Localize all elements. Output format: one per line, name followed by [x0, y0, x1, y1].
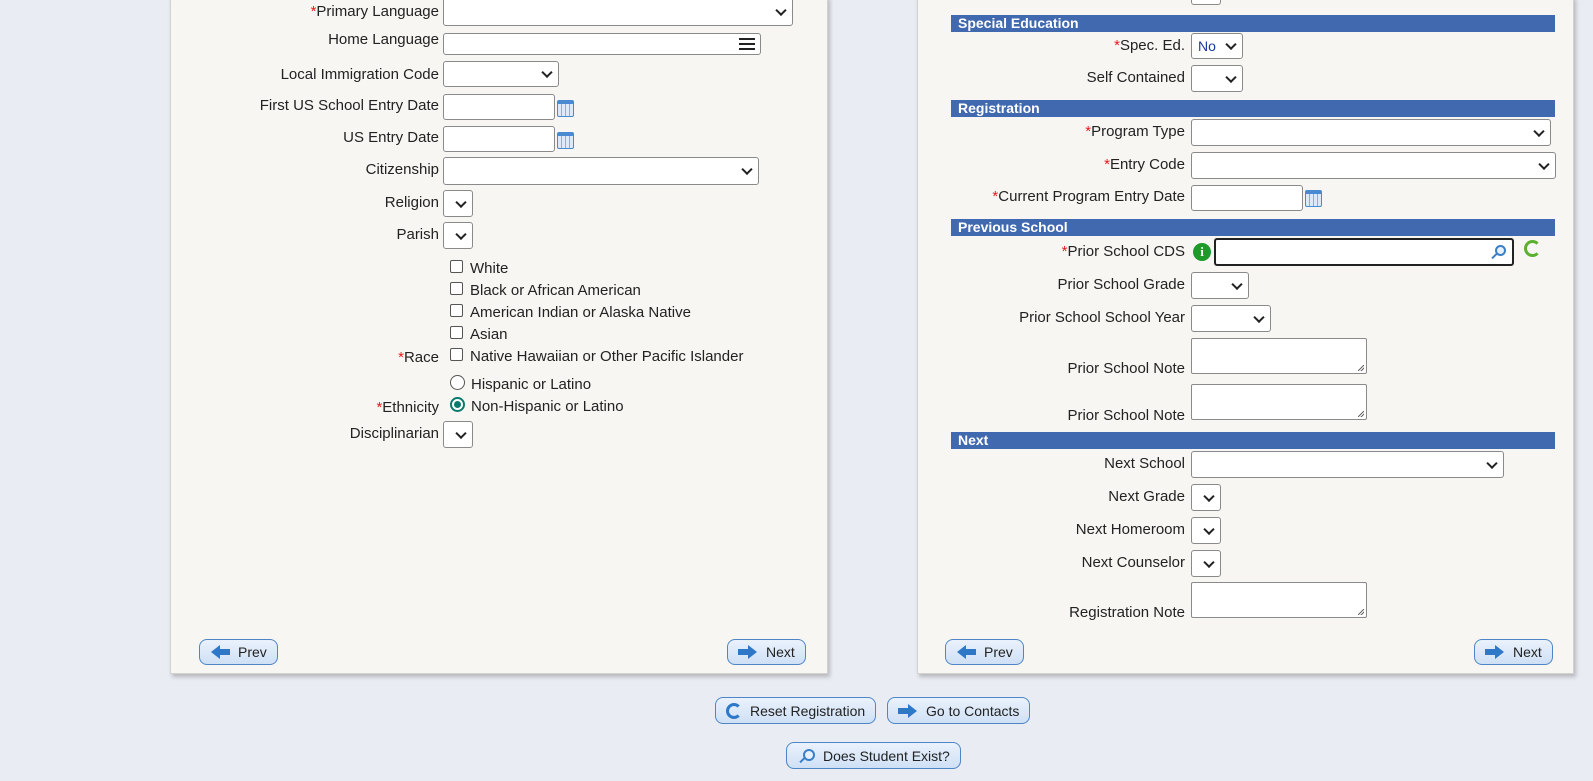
next-grade-select[interactable] [1191, 484, 1221, 511]
local-immigration-code-label: Local Immigration Code [280, 66, 439, 83]
ethnicity-option-label: Non-Hispanic or Latino [471, 398, 624, 415]
first-us-school-entry-date-input[interactable] [443, 94, 555, 120]
next-counselor-label: Next Counselor [1081, 554, 1185, 571]
local-immigration-code-select[interactable] [443, 61, 559, 87]
next-school-label: Next School [1104, 455, 1185, 472]
citizenship-select[interactable] [443, 157, 759, 185]
race-label: *Race [398, 349, 439, 366]
disciplinarian-label: Disciplinarian [349, 425, 439, 442]
prior-school-school-year-label: Prior School School Year [1019, 309, 1185, 326]
list-menu-icon[interactable] [739, 38, 755, 51]
us-entry-date-label: US Entry Date [343, 129, 439, 146]
race-native-hawaiian-checkbox[interactable] [450, 348, 463, 361]
prior-school-school-year-select[interactable] [1191, 305, 1271, 332]
us-entry-date-input[interactable] [443, 126, 555, 152]
does-student-exist-label: Does Student Exist? [823, 747, 950, 764]
partial-select[interactable] [1191, 0, 1221, 5]
first-us-school-entry-date-label: First US School Entry Date [259, 97, 439, 114]
go-to-contacts-label: Go to Contacts [926, 702, 1020, 719]
arrow-right-icon [898, 703, 918, 718]
next-button-label: Next [766, 644, 795, 660]
spec-ed-label: *Spec. Ed. [1114, 37, 1185, 54]
current-program-entry-date-label: *Current Program Entry Date [992, 188, 1185, 205]
home-language-input[interactable] [443, 33, 761, 55]
prior-school-cds-label: *Prior School CDS [1061, 243, 1185, 260]
prev-button-label: Prev [984, 644, 1013, 660]
program-type-label: *Program Type [1085, 123, 1185, 140]
race-black-checkbox[interactable] [450, 282, 463, 295]
parish-select[interactable] [443, 222, 473, 249]
citizenship-label: Citizenship [365, 161, 439, 178]
calendar-icon[interactable] [1305, 190, 1322, 207]
disciplinarian-select[interactable] [443, 421, 473, 448]
calendar-icon[interactable] [557, 132, 574, 149]
arrow-left-icon [956, 645, 976, 659]
primary-language-select[interactable] [443, 0, 793, 26]
race-option-label: Asian [470, 326, 508, 343]
ethnicity-label: *Ethnicity [376, 399, 439, 416]
info-icon[interactable]: i [1193, 243, 1211, 261]
demographics-panel: *Primary Language Home Language Local Im… [170, 0, 828, 674]
next-homeroom-select[interactable] [1191, 517, 1221, 544]
entry-code-label: *Entry Code [1104, 156, 1185, 173]
race-american-indian-checkbox[interactable] [450, 304, 463, 317]
does-student-exist-button[interactable]: Does Student Exist? [786, 742, 961, 769]
go-to-contacts-button[interactable]: Go to Contacts [887, 697, 1031, 724]
prior-school-grade-label: Prior School Grade [1057, 276, 1185, 293]
reset-registration-button[interactable]: Reset Registration [715, 697, 877, 724]
parish-label: Parish [396, 226, 439, 243]
next-button[interactable]: Next [1474, 639, 1553, 665]
prev-button[interactable]: Prev [199, 639, 278, 665]
calendar-icon[interactable] [557, 100, 574, 117]
ethnicity-hispanic-radio[interactable] [450, 375, 465, 390]
search-icon [797, 748, 815, 764]
next-button-label: Next [1513, 644, 1542, 660]
prev-button[interactable]: Prev [945, 639, 1024, 665]
arrow-right-icon [1485, 645, 1505, 659]
religion-select[interactable] [443, 190, 473, 217]
program-type-select[interactable] [1191, 119, 1551, 146]
next-grade-label: Next Grade [1108, 488, 1185, 505]
ethnicity-non-hispanic-radio[interactable] [450, 397, 465, 412]
search-icon[interactable] [1495, 245, 1506, 256]
prior-school-note-label: Prior School Note [1067, 407, 1185, 424]
next-counselor-select[interactable] [1191, 550, 1221, 577]
primary-language-label: *Primary Language [310, 3, 439, 20]
next-school-select[interactable] [1191, 451, 1504, 478]
prior-school-cds-input[interactable] [1214, 238, 1514, 266]
prior-school-note-label: Prior School Note [1067, 360, 1185, 377]
arrow-left-icon [210, 645, 230, 659]
self-contained-select[interactable] [1191, 65, 1243, 92]
prior-school-note-textarea[interactable] [1191, 338, 1367, 374]
race-white-checkbox[interactable] [450, 260, 463, 273]
prior-school-grade-select[interactable] [1191, 272, 1249, 299]
race-option-label: White [470, 260, 509, 277]
next-homeroom-label: Next Homeroom [1075, 521, 1185, 538]
religion-label: Religion [384, 194, 439, 211]
race-asian-checkbox[interactable] [450, 326, 463, 339]
arrow-right-icon [738, 645, 758, 659]
special-education-header: Special Education [951, 15, 1555, 32]
entry-code-select[interactable] [1191, 152, 1556, 179]
ethnicity-option-label: Hispanic or Latino [471, 376, 592, 393]
registration-note-label: Registration Note [1069, 604, 1185, 621]
prev-button-label: Prev [238, 644, 267, 660]
spec-ed-select[interactable]: No [1191, 33, 1243, 59]
race-option-label: Native Hawaiian or Other Pacific Islande… [470, 348, 744, 365]
refresh-icon [726, 702, 742, 719]
enrollment-panel: Special Education *Spec. Ed. No Self Con… [917, 0, 1574, 674]
next-section-header: Next [951, 432, 1555, 449]
prior-school-note-textarea[interactable] [1191, 384, 1367, 420]
registration-note-textarea[interactable] [1191, 582, 1367, 618]
home-language-label: Home Language [328, 31, 439, 48]
race-option-label: Black or African American [470, 282, 641, 299]
refresh-icon[interactable] [1524, 240, 1541, 257]
self-contained-label: Self Contained [1086, 69, 1185, 86]
current-program-entry-date-input[interactable] [1191, 185, 1303, 211]
race-option-label: American Indian or Alaska Native [470, 304, 691, 321]
registration-header: Registration [951, 100, 1555, 117]
previous-school-header: Previous School [951, 219, 1555, 236]
reset-registration-label: Reset Registration [750, 702, 866, 719]
next-button[interactable]: Next [727, 639, 806, 665]
